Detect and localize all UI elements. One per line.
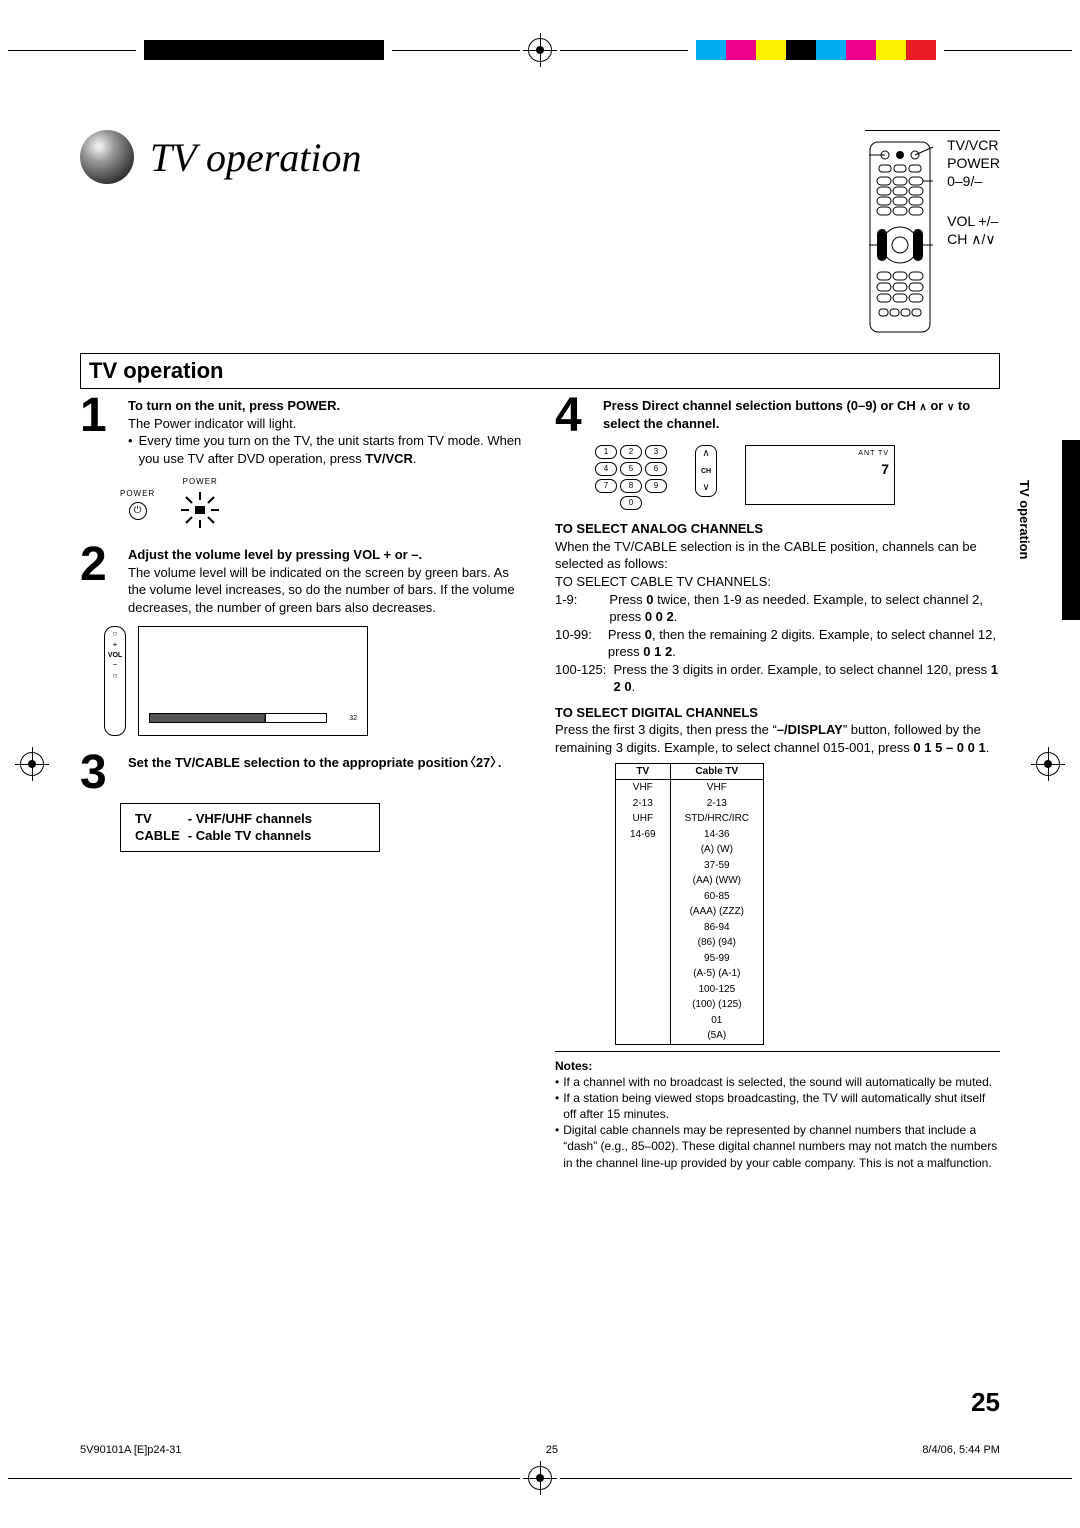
starburst-icon [175, 488, 225, 532]
registration-mark-bottom [528, 1466, 552, 1490]
notes: Notes: If a channel with no broadcast is… [555, 1058, 1000, 1171]
step-3: 3 Set the TV/CABLE selection to the appr… [80, 754, 525, 792]
step-4: 4 Press Direct channel selection buttons… [555, 397, 1000, 435]
channel-osd: ANT TV 7 [745, 445, 895, 505]
footer: 5V90101A [E]p24-31 25 8/4/06, 5:44 PM [80, 1444, 1000, 1456]
remote-label-power: POWER [947, 155, 1000, 171]
remote-label-tvvcr: TV/VCR [947, 137, 1000, 153]
power-label: POWER [183, 477, 218, 488]
section-heading: TV operation [80, 353, 1000, 389]
registration-mark-left [20, 752, 44, 776]
step-1: 1 To turn on the unit, press POWER. The … [80, 397, 525, 467]
registration-mark-right [1036, 752, 1060, 776]
power-button-small-icon: POWER ⏻ [120, 489, 155, 520]
step-2: 2 Adjust the volume level by pressing VO… [80, 546, 525, 616]
bleed-tab [1062, 440, 1080, 620]
remote-diagram: TV/VCR POWER 0–9/– VOL +/– CH ∧/∨ [865, 130, 1000, 337]
analog-heading: TO SELECT ANALOG CHANNELS [555, 520, 1000, 538]
volume-osd: VOLUME 32 [138, 626, 368, 736]
analog-intro: When the TV/CABLE selection is in the CA… [555, 538, 1000, 573]
digital-body: Press the first 3 digits, then press the… [555, 721, 1000, 756]
crop-marks-top [0, 40, 1080, 60]
side-tab: TV operation [1017, 480, 1032, 559]
digital-heading: TO SELECT DIGITAL CHANNELS [555, 704, 1000, 722]
page-title: TV operation [150, 134, 362, 181]
page-number: 25 [971, 1387, 1000, 1418]
keypad-icon: 123 456 789 0 [595, 445, 667, 510]
volume-button-icon: ○+ VOL −○ [104, 626, 126, 736]
cable-selection-box: TV- VHF/UHF channels CABLE- Cable TV cha… [120, 803, 380, 852]
channel-table: TVCable TV VHFVHF2-132-13UHFSTD/HRC/IRC1… [615, 763, 764, 1045]
analog-channel-list: 1-9:Press 0 twice, then 1-9 as needed. E… [555, 591, 1000, 696]
remote-icon [865, 137, 935, 337]
remote-label-vol: VOL +/– [947, 213, 1000, 229]
registration-mark-top [528, 38, 552, 62]
remote-label-digits: 0–9/– [947, 173, 1000, 189]
remote-label-ch: CH ∧/∨ [947, 231, 1000, 248]
color-bar [696, 40, 936, 60]
title-ornament-icon [80, 130, 134, 184]
channel-up-down-icon: ∧CH∨ [695, 445, 717, 497]
crop-marks-bottom [0, 1468, 1080, 1488]
